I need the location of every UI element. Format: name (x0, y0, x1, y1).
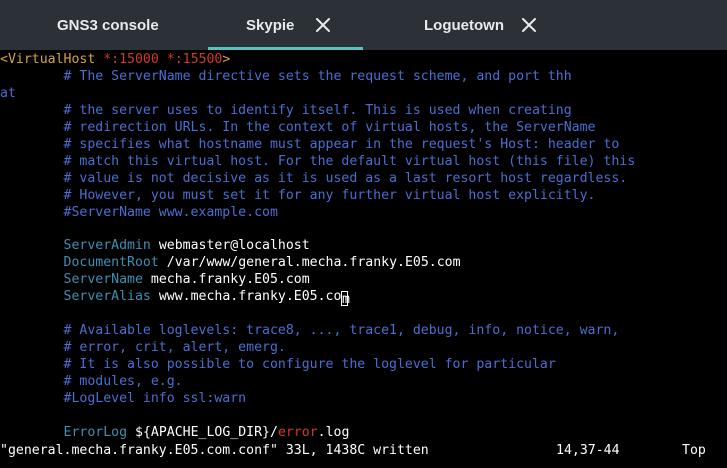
directive-name: ServerName (63, 272, 143, 287)
directive-name: ServerAdmin (63, 238, 151, 253)
scroll-position: Top (682, 443, 706, 458)
vhost-tag: <VirtualHost (0, 52, 96, 67)
directive-line-servername: ServerName mecha.franky.E05.com (0, 272, 310, 289)
directive-value: ${APACHE_LOG_DIR}/ (135, 425, 278, 440)
directive-name: DocumentRoot (63, 255, 159, 270)
comment-line-wrap-a: # The ServerName directive sets the requ… (0, 69, 572, 84)
tab-label: GNS3 console (57, 17, 159, 34)
vhost-address: *:15000 (103, 52, 159, 67)
comment-line: # match this virtual host. For the defau… (0, 154, 636, 169)
comment-line: # Available loglevels: trace8, ..., trac… (0, 323, 620, 338)
directive-line-serveradmin: ServerAdmin webmaster@localhost (0, 238, 310, 255)
cursor-position: 14,37-44 (556, 443, 620, 458)
vhost-tag-close: > (222, 52, 231, 67)
terminal-screen[interactable]: <VirtualHost *:15000 *:15500> # The Serv… (0, 50, 727, 468)
comment-line: # the server uses to identify itself. Th… (0, 103, 572, 118)
directive-value-suffix: .log (317, 425, 350, 440)
tab-skypie[interactable]: Skypie (208, 0, 363, 50)
terminal-app: GNS3 console Skypie Loguetown <VirtualHo… (0, 0, 727, 468)
vhost-address: *:15500 (166, 52, 223, 67)
directive-name: ServerAlias (63, 289, 151, 304)
directive-value: webmaster@localhost (158, 238, 310, 253)
comment-line: # It is also possible to configure the l… (0, 357, 556, 372)
close-icon[interactable] (316, 18, 330, 32)
comment-line-wrap-b: at (0, 86, 16, 101)
directive-value: /var/www/general.mecha.franky.E05.com (166, 255, 461, 270)
directive-name: ErrorLog (63, 425, 128, 440)
directive-line-documentroot: DocumentRoot /var/www/general.mecha.fran… (0, 255, 461, 272)
comment-line: # modules, e.g. (0, 374, 183, 389)
vim-status-line: "general.mecha.franky.E05.com.conf" 33L,… (0, 443, 706, 460)
status-message: "general.mecha.franky.E05.com.conf" 33L,… (0, 443, 429, 458)
directive-value: www.mecha.franky.E05.co (158, 289, 342, 304)
comment-line: #ServerName www.example.com (0, 205, 278, 220)
directive-value: mecha.franky.E05.com (150, 272, 310, 287)
tab-loguetown[interactable]: Loguetown (363, 0, 727, 50)
tab-bar: GNS3 console Skypie Loguetown (0, 0, 727, 50)
tab-gns3-console[interactable]: GNS3 console (0, 0, 208, 50)
close-icon[interactable] (522, 18, 536, 32)
error-keyword: error (277, 425, 318, 440)
vhost-open-line: <VirtualHost *:15000 *:15500> (0, 52, 230, 69)
comment-line: # redirection URLs. In the context of vi… (0, 120, 596, 135)
tab-label: Loguetown (424, 17, 504, 34)
comment-line: #LogLevel info ssl:warn (0, 391, 247, 406)
comment-line: # However, you must set it for any furth… (0, 188, 596, 203)
text-cursor: m (340, 291, 350, 307)
directive-line-serveralias: ServerAlias www.mecha.franky.E05.com (0, 289, 350, 307)
comment-line: # specifies what hostname must appear in… (0, 137, 620, 152)
comment-line: # value is not decisive as it is used as… (0, 171, 628, 186)
tab-label: Skypie (246, 17, 295, 34)
directive-line-errorlog: ErrorLog ${APACHE_LOG_DIR}/error.log (0, 425, 350, 442)
comment-line: # error, crit, alert, emerg. (0, 340, 286, 355)
